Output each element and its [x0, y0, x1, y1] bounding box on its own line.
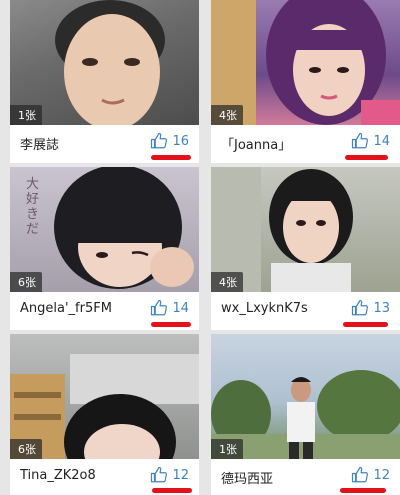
like-button[interactable]: 12 — [351, 465, 390, 485]
user-name[interactable]: 德玛西亚 — [221, 468, 273, 487]
photo-count-badge: 6张 — [10, 272, 42, 292]
profile-photo[interactable]: 1张 — [211, 334, 400, 459]
user-name[interactable]: 「Joanna」 — [221, 134, 291, 153]
profile-photo[interactable]: 大好きだ 6张 — [10, 167, 199, 292]
like-count: 12 — [373, 467, 390, 483]
profile-card[interactable]: 大好きだ 6张 Angela'_fr5FM 14 — [10, 167, 199, 330]
like-count: 13 — [373, 300, 390, 316]
profile-card[interactable]: 1张 德玛西亚 12 — [211, 334, 400, 495]
annotation-underline — [151, 155, 191, 160]
thumbs-up-icon — [151, 299, 168, 316]
like-button[interactable]: 12 — [150, 465, 189, 485]
thumbs-up-icon — [352, 299, 369, 316]
profile-photo[interactable]: 4张 — [211, 167, 400, 292]
user-name[interactable]: wx_LxyknK7s — [221, 301, 308, 316]
annotation-underline — [152, 488, 192, 493]
profile-photo[interactable]: 4张 — [211, 0, 400, 125]
thumbs-up-icon — [352, 466, 369, 483]
photo-count-badge: 6张 — [10, 439, 42, 459]
profile-card[interactable]: 6张 Tina_ZK2o8 12 — [10, 334, 199, 495]
like-button[interactable]: 14 — [351, 131, 390, 151]
like-button[interactable]: 16 — [150, 131, 189, 151]
like-count: 16 — [172, 133, 189, 149]
thumbs-up-icon — [151, 466, 168, 483]
user-name[interactable]: Tina_ZK2o8 — [20, 468, 96, 483]
annotation-underline — [151, 322, 191, 327]
profile-card[interactable]: 1张 李展誌 16 — [10, 0, 199, 163]
photo-count-badge: 1张 — [10, 105, 42, 125]
profile-card[interactable]: 4张 wx_LxyknK7s 13 — [211, 167, 400, 330]
photo-count-badge: 1张 — [211, 439, 243, 459]
profile-card[interactable]: 4张 「Joanna」 14 — [211, 0, 400, 163]
like-count: 14 — [373, 133, 390, 149]
user-name[interactable]: Angela'_fr5FM — [20, 301, 112, 316]
photo-count-badge: 4张 — [211, 105, 243, 125]
photo-count-badge: 4张 — [211, 272, 243, 292]
profile-photo[interactable]: 6张 — [10, 334, 199, 459]
photo-caption-text: 大好きだ — [26, 177, 40, 237]
annotation-underline — [343, 322, 388, 327]
user-name[interactable]: 李展誌 — [20, 134, 59, 153]
like-count: 14 — [172, 300, 189, 316]
profile-photo[interactable]: 1张 — [10, 0, 199, 125]
annotation-underline — [340, 488, 386, 493]
like-button[interactable]: 14 — [150, 298, 189, 318]
like-count: 12 — [172, 467, 189, 483]
like-button[interactable]: 13 — [351, 298, 390, 318]
thumbs-up-icon — [151, 132, 168, 149]
thumbs-up-icon — [352, 132, 369, 149]
annotation-underline — [345, 155, 388, 160]
